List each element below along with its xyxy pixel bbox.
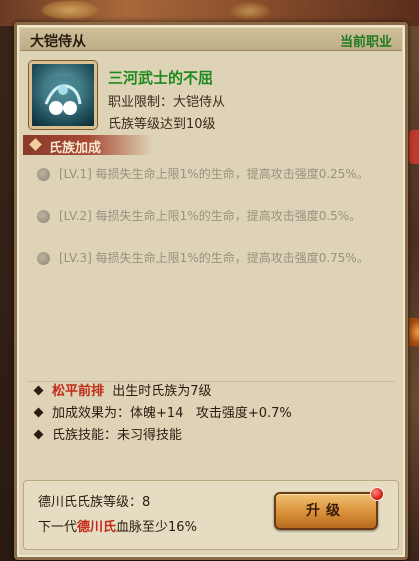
- screen: 大铠侍从 当前职业 三河武士的不屈 职业限制：大铠侍从 氏族等级达到10级 氏族…: [0, 0, 419, 561]
- upgrade-label: 升级: [306, 503, 346, 519]
- next-prefix: 下一代: [38, 520, 78, 535]
- lock-coin-icon: [37, 168, 50, 181]
- bullet-icon: [33, 407, 44, 418]
- next-clan-name: 德川氏: [77, 520, 117, 535]
- clan-summary-box: 德川氏氏族等级：8 下一代德川氏血脉至少16% 升级: [23, 480, 399, 550]
- bonus-item-lv1: [LV.1] 每损失生命上限1%的生命，提高攻击强度0.25%。: [37, 166, 382, 183]
- origin-clan-name: 松平前排: [52, 384, 105, 399]
- bonus-item-lv2: [LV.2] 每损失生命上限1%的生命，提高攻击强度0.5%。: [37, 208, 382, 225]
- origin-text: 出生时氏族为7级: [112, 384, 212, 399]
- bonus-text: [LV.2] 每损失生命上限1%的生命，提高攻击强度0.5%。: [59, 209, 362, 223]
- side-tab[interactable]: [409, 130, 419, 164]
- side-orb-icon: [409, 318, 419, 346]
- upgrade-button[interactable]: 升级: [274, 492, 378, 530]
- current-career-badge: 当前职业: [339, 35, 392, 50]
- bonus-text: [LV.3] 每损失生命上限1%的生命，提高攻击强度0.75%。: [59, 251, 369, 265]
- info-row-effect: 加成效果为：体魄+14 攻击强度+0.7%: [33, 402, 292, 421]
- lock-coin-icon: [37, 252, 50, 265]
- next-generation-text: 下一代德川氏血脉至少16%: [38, 516, 197, 535]
- bonus-effect-text: 加成效果为：体魄+14 攻击强度+0.7%: [52, 406, 292, 421]
- clan-bonus-label: 氏族加成: [49, 141, 102, 156]
- skill-art-icon: [43, 76, 83, 115]
- info-row-skill: 氏族技能：未习得技能: [33, 424, 183, 443]
- bonus-item-lv3: [LV.3] 每损失生命上限1%的生命，提高攻击强度0.75%。: [37, 250, 382, 267]
- clan-level-text: 德川氏氏族等级：8: [38, 495, 151, 510]
- notification-dot-icon: [370, 487, 384, 501]
- background-ornament: [230, 2, 270, 20]
- background-left: [0, 26, 14, 561]
- career-restriction: 职业限制：大铠侍从: [108, 95, 226, 110]
- clan-level-requirement: 氏族等级达到10级: [108, 117, 216, 132]
- skill-name: 三河武士的不屈: [108, 69, 214, 87]
- spirit-skill-icon[interactable]: [29, 61, 97, 129]
- career-title: 大铠侍从: [30, 34, 86, 50]
- bullet-icon: [33, 429, 44, 440]
- next-suffix: 血脉至少16%: [116, 520, 197, 535]
- clan-skill-text: 氏族技能：未习得技能: [52, 428, 183, 443]
- panel-header: 大铠侍从 当前职业: [20, 28, 402, 51]
- background-ornament: [40, 0, 100, 20]
- lock-coin-icon: [37, 210, 50, 223]
- bonus-text: [LV.1] 每损失生命上限1%的生命，提高攻击强度0.25%。: [59, 167, 369, 181]
- bullet-icon: [33, 385, 44, 396]
- career-panel: 大铠侍从 当前职业 三河武士的不屈 职业限制：大铠侍从 氏族等级达到10级 氏族…: [14, 22, 408, 560]
- diamond-icon: [29, 138, 42, 151]
- info-row-origin: 松平前排 出生时氏族为7级: [33, 380, 212, 399]
- clan-bonus-ribbon: 氏族加成: [23, 135, 153, 156]
